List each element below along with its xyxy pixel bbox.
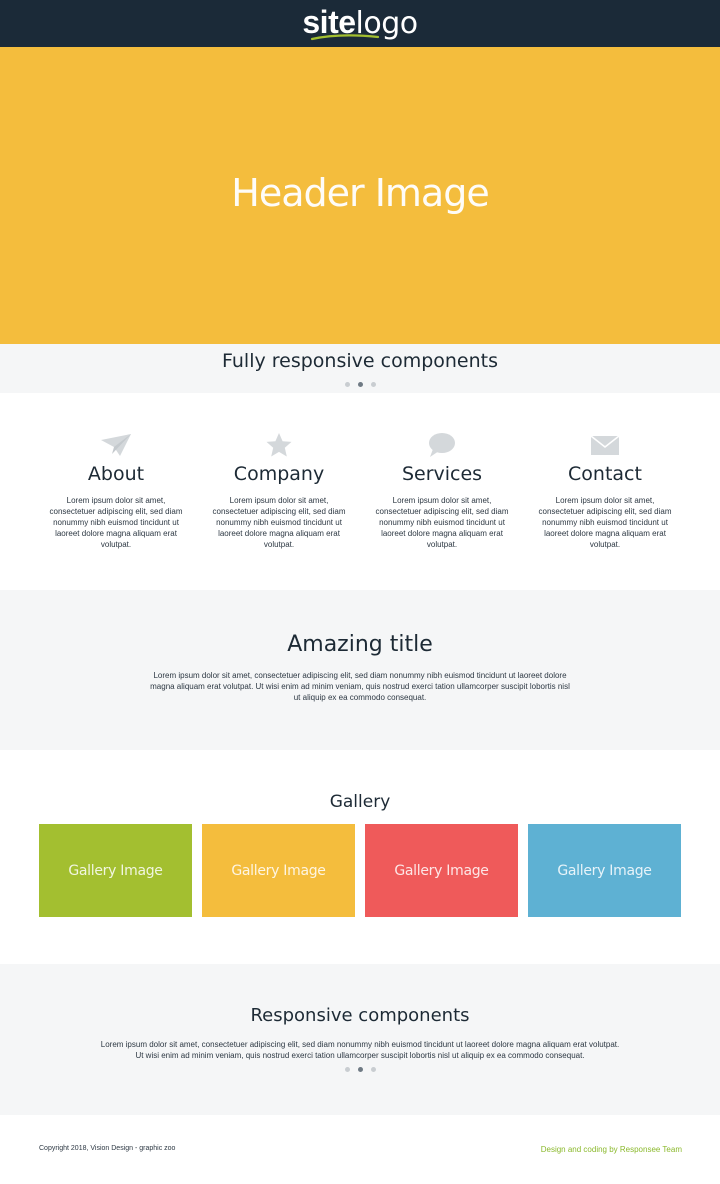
carousel-section: Fully responsive components: [0, 344, 720, 393]
envelope-icon: [590, 435, 620, 455]
gallery-image-3[interactable]: Gallery Image: [365, 824, 518, 917]
feature-text: Lorem ipsum dolor sit amet, consectetuer…: [375, 496, 509, 549]
credit-link[interactable]: Design and coding by Responsee Team: [541, 1145, 682, 1154]
gallery-image-2[interactable]: Gallery Image: [202, 824, 355, 917]
logo-swoosh-icon: [310, 34, 380, 41]
footer: Copyright 2018, Vision Design - graphic …: [0, 1115, 720, 1184]
top-navbar: sitelogo: [0, 0, 720, 47]
amazing-section: Amazing title Lorem ipsum dolor sit amet…: [0, 590, 720, 750]
carousel-dot-2[interactable]: [357, 382, 363, 387]
feature-text: Lorem ipsum dolor sit amet, consectetuer…: [49, 496, 183, 549]
features-section: About Lorem ipsum dolor sit amet, consec…: [0, 393, 720, 590]
section-text: Lorem ipsum dolor sit amet, consectetuer…: [150, 671, 570, 702]
feature-services: Services Lorem ipsum dolor sit amet, con…: [367, 431, 517, 550]
feature-contact: Contact Lorem ipsum dolor sit amet, cons…: [530, 431, 680, 550]
carousel-dot-1[interactable]: [344, 1067, 350, 1072]
carousel-dot-2[interactable]: [357, 1067, 363, 1072]
feature-company: Company Lorem ipsum dolor sit amet, cons…: [204, 431, 354, 550]
feature-title: Contact: [568, 463, 642, 485]
feature-title: Company: [233, 463, 325, 485]
header-image: Header Image: [0, 47, 720, 344]
gallery-image-4[interactable]: Gallery Image: [528, 824, 681, 917]
responsive-section: Responsive components Lorem ipsum dolor …: [0, 964, 720, 1115]
carousel-title: Fully responsive components: [221, 350, 499, 372]
header-image-title: Header Image: [231, 171, 489, 215]
paper-plane-icon: [101, 434, 131, 456]
gallery-section: Gallery Gallery Image Gallery Image Gall…: [0, 750, 720, 964]
section-text: Lorem ipsum dolor sit amet, consectetuer…: [100, 1040, 620, 1060]
carousel-dot-1[interactable]: [344, 382, 350, 387]
carousel-dot-3[interactable]: [370, 1067, 376, 1072]
feature-title: About: [87, 463, 145, 485]
carousel-dots: [0, 382, 720, 387]
carousel-dot-3[interactable]: [370, 382, 376, 387]
feature-about: About Lorem ipsum dolor sit amet, consec…: [41, 431, 191, 550]
gallery-image-1[interactable]: Gallery Image: [39, 824, 192, 917]
feature-text: Lorem ipsum dolor sit amet, consectetuer…: [538, 496, 672, 549]
feature-title: Services: [401, 463, 483, 485]
feature-text: Lorem ipsum dolor sit amet, consectetuer…: [212, 496, 346, 549]
section-title: Amazing title: [287, 632, 433, 657]
gallery-title: Gallery: [329, 792, 391, 812]
star-icon: [266, 433, 292, 457]
copyright-text: Copyright 2018, Vision Design - graphic …: [39, 1145, 176, 1152]
carousel-dots: [0, 1067, 720, 1072]
section-title: Responsive components: [250, 1005, 470, 1026]
chat-bubble-icon: [429, 433, 455, 457]
